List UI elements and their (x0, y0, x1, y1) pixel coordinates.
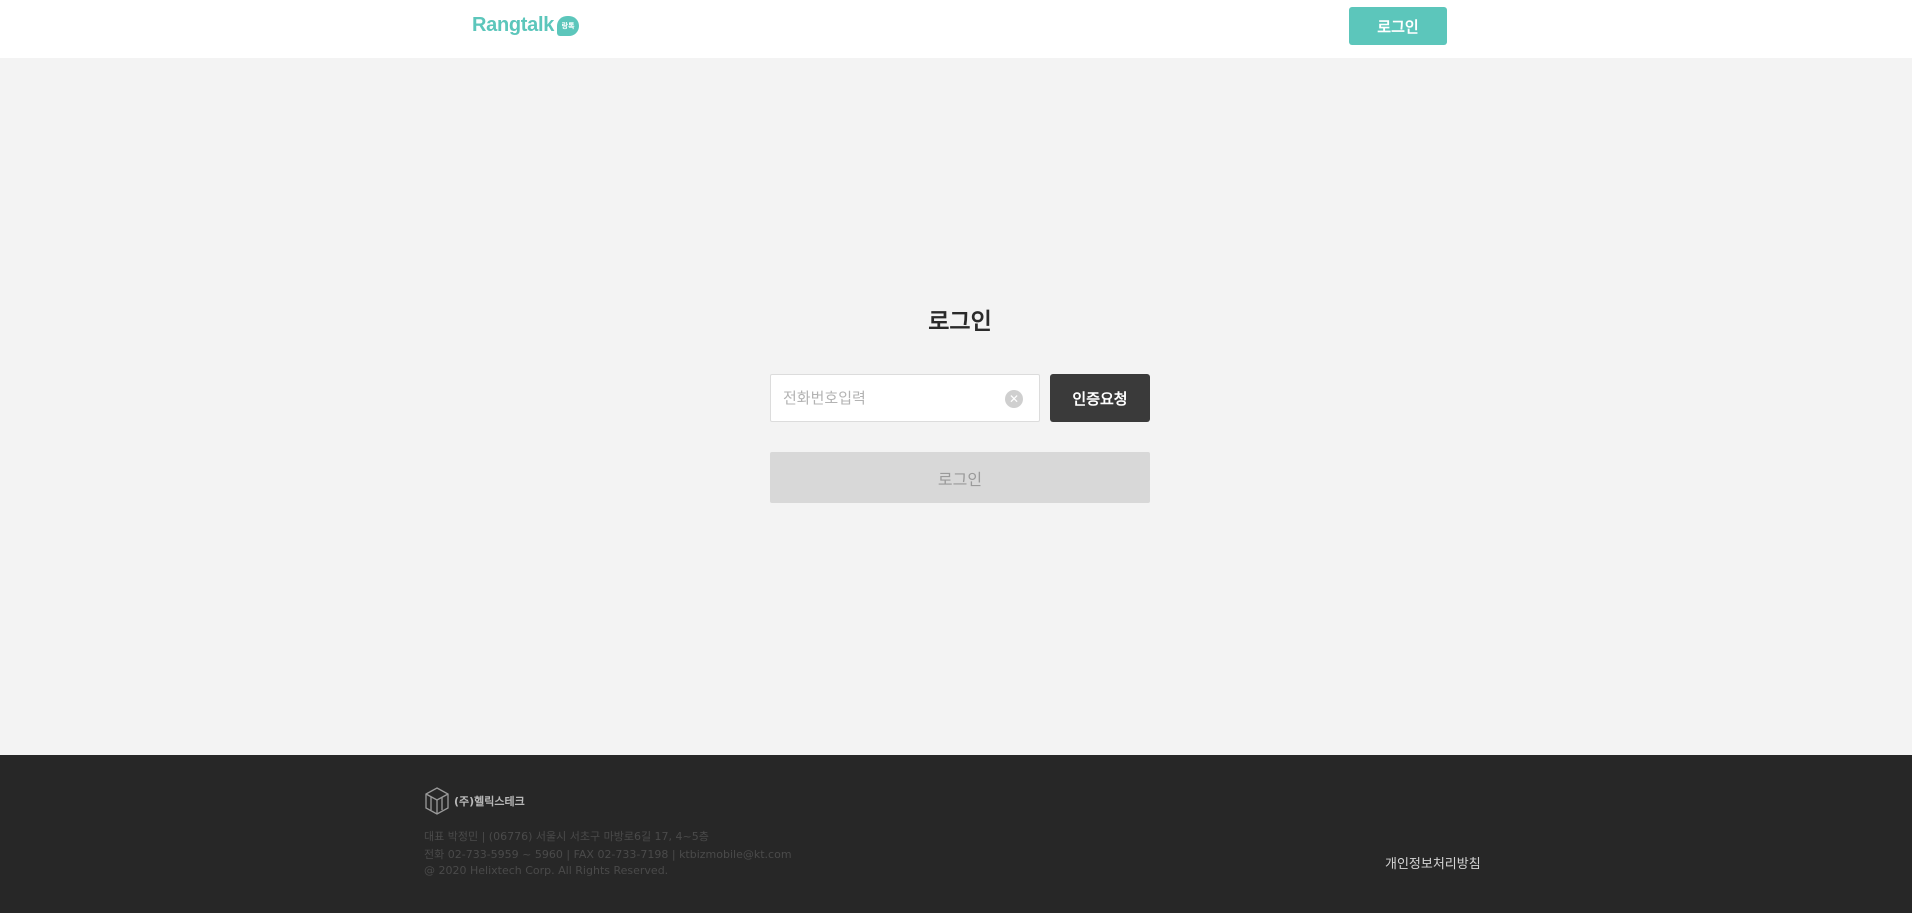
login-submit-button[interactable]: 로그인 (770, 452, 1150, 503)
footer: (주)헬릭스테크 대표 박정민 | (06776) 서울시 서초구 마방로6길 … (0, 755, 1912, 913)
logo-text: Rangtalk (472, 14, 555, 36)
phone-input[interactable] (771, 375, 1001, 421)
logo-badge-icon: 랑톡 (557, 15, 580, 36)
header-login-button[interactable]: 로그인 (1349, 7, 1447, 45)
company-name: (주)헬릭스테크 (454, 795, 525, 808)
request-verification-button[interactable]: 인증요청 (1050, 374, 1150, 422)
footer-address: 대표 박정민 | (06776) 서울시 서초구 마방로6길 17, 4~5층 (424, 830, 709, 843)
page-title: 로그인 (928, 309, 992, 335)
footer-contact: 전화 02-733-5959 ~ 5960 | FAX 02-733-7198 … (424, 848, 792, 861)
helixtech-cube-icon (425, 787, 449, 815)
clear-input-icon[interactable]: ✕ (1005, 390, 1023, 408)
company-logo: (주)헬릭스테크 (424, 786, 525, 816)
privacy-policy-link[interactable]: 개인정보처리방침 (1385, 853, 1481, 872)
top-header: Rangtalk 랑톡 로그인 (0, 0, 1912, 58)
footer-copyright: @ 2020 Helixtech Corp. All Rights Reserv… (424, 864, 669, 877)
phone-field: ✕ (770, 374, 1040, 422)
rangtalk-logo[interactable]: Rangtalk 랑톡 (472, 14, 580, 37)
